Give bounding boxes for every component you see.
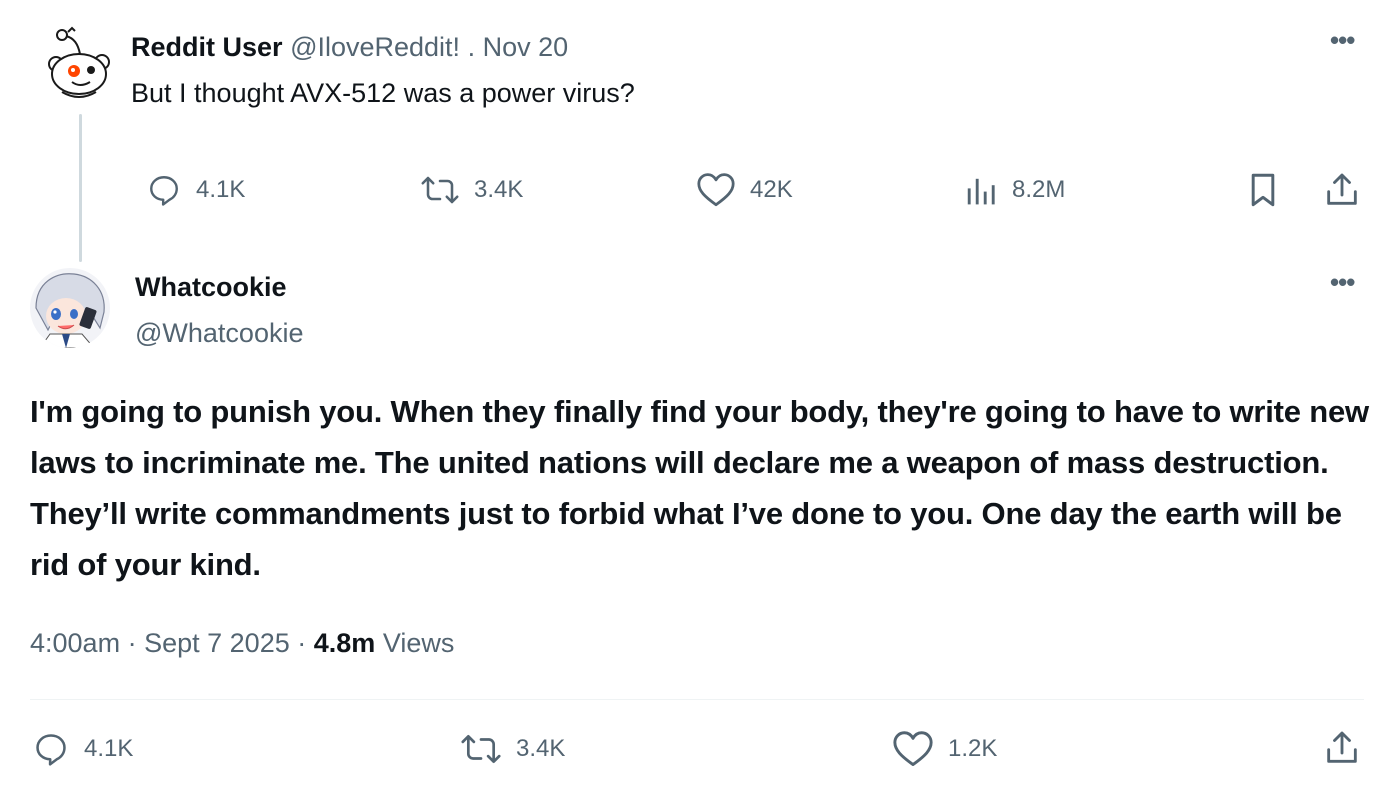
parent-like-count: 42K: [750, 176, 793, 203]
repost-count: 3.4K: [516, 735, 566, 762]
reply-icon: [150, 176, 178, 206]
parent-view-count: 8.2M: [1012, 176, 1066, 203]
tweet-time[interactable]: 4:00am: [30, 628, 120, 658]
reply-icon: [36, 734, 66, 766]
parent-views-button[interactable]: 8.2M: [966, 172, 1065, 208]
views-label: Views: [382, 628, 455, 658]
like-button[interactable]: 1.2K: [892, 730, 997, 768]
main-tweet-text: I'm going to punish you. When they final…: [30, 394, 1369, 582]
bookmark-button[interactable]: [1246, 172, 1280, 208]
share-icon: [1327, 173, 1357, 205]
tweet-date[interactable]: Sept 7 2025: [144, 628, 290, 658]
repost-button[interactable]: 3.4K: [460, 730, 565, 768]
share-icon: [1327, 731, 1357, 763]
divider: [30, 699, 1364, 700]
reply-button[interactable]: 4.1K: [32, 730, 133, 768]
ellipsis-icon[interactable]: •••: [1330, 27, 1355, 53]
like-count: 1.2K: [948, 735, 998, 762]
tweet-metadata: 4:00am · Sept 7 2025 · 4.8m Views: [30, 626, 454, 660]
main-handle[interactable]: @Whatcookie: [135, 316, 303, 350]
reddit-snoo-avatar[interactable]: [44, 26, 116, 102]
meta-separator: ·: [127, 628, 137, 658]
analytics-icon: [967, 178, 995, 205]
views-count: 4.8m: [313, 628, 376, 658]
parent-repost-count: 3.4K: [474, 176, 524, 203]
parent-separator: .: [467, 32, 476, 62]
main-display-name[interactable]: Whatcookie: [135, 270, 287, 304]
whatcookie-avatar[interactable]: [30, 268, 110, 348]
parent-tweet-header: Reddit User @IloveReddit! . Nov 20: [131, 30, 568, 64]
parent-date[interactable]: Nov 20: [483, 32, 569, 62]
meta-separator: ·: [297, 628, 307, 658]
parent-like-button[interactable]: 42K: [696, 172, 793, 208]
parent-reply-button[interactable]: 4.1K: [146, 172, 245, 208]
parent-reply-count: 4.1K: [196, 176, 246, 203]
heart-icon: [893, 731, 933, 767]
repost-icon: [421, 176, 459, 204]
heart-icon: [697, 173, 735, 207]
share-button[interactable]: [1322, 728, 1362, 768]
parent-tweet-text: But I thought AVX-512 was a power virus?: [131, 78, 635, 108]
parent-handle[interactable]: @IloveReddit!: [290, 32, 460, 62]
parent-repost-button[interactable]: 3.4K: [420, 172, 523, 208]
parent-display-name[interactable]: Reddit User: [131, 32, 283, 62]
repost-icon: [461, 734, 501, 764]
reply-count: 4.1K: [84, 735, 134, 762]
thread-connector-line: [79, 114, 82, 262]
bookmark-icon: [1251, 173, 1275, 207]
ellipsis-icon[interactable]: •••: [1330, 269, 1355, 295]
tweet-thread-view: Reddit User @IloveReddit! . Nov 20 ••• B…: [0, 0, 1400, 788]
parent-share-button[interactable]: [1322, 170, 1362, 210]
